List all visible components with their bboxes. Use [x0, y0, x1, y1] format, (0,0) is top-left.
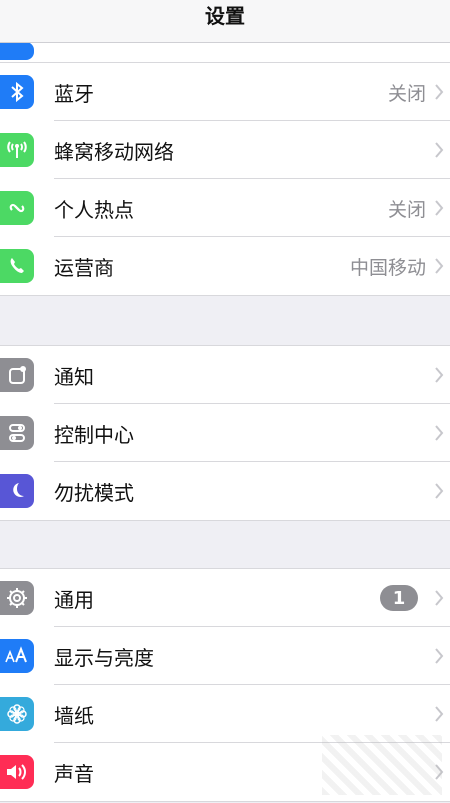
row-value: 关闭 [387, 82, 426, 105]
notifications-icon [0, 358, 34, 392]
row-control-center[interactable]: 控制中心 [0, 404, 450, 462]
navigation-bar: 设置 [0, 0, 450, 43]
speaker-icon [0, 755, 34, 789]
row-label: 显示与亮度 [54, 645, 154, 670]
control-center-toggle-icon [0, 416, 34, 450]
wifi-icon [0, 42, 34, 60]
row-bluetooth[interactable]: 蓝牙 关闭 [0, 63, 450, 121]
row-general[interactable]: 通用 1 [0, 569, 450, 627]
row-label: 墙纸 [54, 703, 94, 728]
chevron-right-icon [432, 139, 446, 161]
row-cellular[interactable]: 蜂窝移动网络 [0, 121, 450, 179]
row-label: 勿扰模式 [54, 480, 134, 505]
row-wallpaper[interactable]: 墙纸 [0, 685, 450, 743]
chevron-right-icon [432, 197, 446, 219]
phone-icon [0, 249, 34, 283]
row-value: 中国移动 [349, 256, 426, 279]
chevron-right-icon [432, 422, 446, 444]
chevron-right-icon [432, 703, 446, 725]
row-label: 运营商 [54, 255, 114, 280]
moon-icon [0, 474, 34, 508]
row-label: 蓝牙 [54, 81, 94, 106]
cellular-antenna-icon [0, 133, 34, 167]
page-title: 设置 [205, 3, 245, 28]
bluetooth-icon [0, 75, 34, 109]
update-badge: 1 [380, 585, 418, 611]
chevron-right-icon [432, 645, 446, 667]
chevron-right-icon [432, 761, 446, 783]
chevron-right-icon [432, 81, 446, 103]
row-personal-hotspot[interactable]: 个人热点 关闭 [0, 179, 450, 237]
row-do-not-disturb[interactable]: 勿扰模式 [0, 462, 450, 520]
chevron-right-icon [432, 480, 446, 502]
row-label: 个人热点 [54, 197, 134, 222]
row-label: 声音 [54, 761, 94, 786]
row-label: 通知 [54, 364, 94, 389]
chevron-right-icon [432, 255, 446, 277]
row-label: 蜂窝移动网络 [54, 139, 174, 164]
row-sounds[interactable]: 声音 [0, 743, 450, 801]
settings-group-connectivity: 蓝牙 关闭 蜂窝移动网络 个人热点 关闭 运营商 中国移动 [0, 62, 450, 296]
row-label: 控制中心 [54, 422, 134, 447]
row-value: 关闭 [387, 198, 426, 221]
row-notifications[interactable]: 通知 [0, 346, 450, 404]
hotspot-link-icon [0, 191, 34, 225]
settings-group-top-partial [0, 42, 450, 63]
chevron-right-icon [432, 364, 446, 386]
settings-group-general: 通用 1 显示与亮度 墙纸 声音 [0, 568, 450, 802]
partial-hidden-row[interactable] [0, 42, 450, 62]
row-label: 通用 [54, 587, 94, 612]
chevron-right-icon [432, 587, 446, 609]
settings-group-notifications: 通知 控制中心 勿扰模式 [0, 345, 450, 521]
text-size-icon [0, 639, 34, 673]
row-carrier[interactable]: 运营商 中国移动 [0, 237, 450, 295]
flower-icon [0, 697, 34, 731]
row-display-brightness[interactable]: 显示与亮度 [0, 627, 450, 685]
gear-icon [0, 581, 34, 615]
